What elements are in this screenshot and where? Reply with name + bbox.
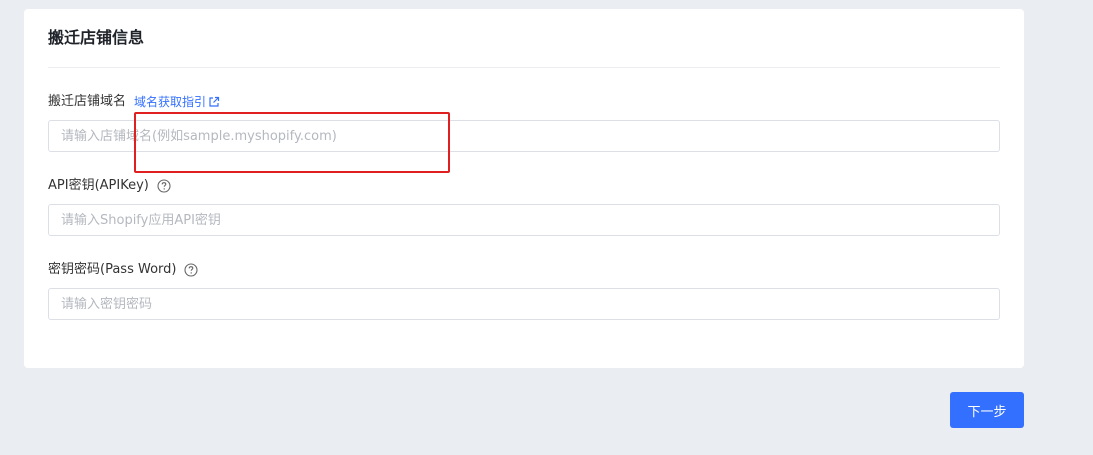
store-migration-card: 搬迁店铺信息 搬迁店铺域名 域名获取指引 API密钥(APIKey) 密钥密码(… [24, 9, 1024, 368]
store-domain-label: 搬迁店铺域名 [48, 94, 127, 109]
password-input[interactable] [48, 288, 1000, 320]
question-circle-icon[interactable] [157, 179, 171, 193]
external-link-icon [209, 96, 220, 107]
domain-guide-link-text: 域名获取指引 [134, 95, 207, 109]
api-key-input[interactable] [48, 204, 1000, 236]
card-title: 搬迁店铺信息 [48, 28, 145, 47]
api-key-label: API密钥(APIKey) [48, 178, 149, 193]
store-domain-label-row: 搬迁店铺域名 域名获取指引 [48, 94, 220, 110]
divider [48, 67, 1000, 68]
api-key-label-row: API密钥(APIKey) [48, 178, 171, 194]
next-step-button[interactable]: 下一步 [950, 392, 1024, 428]
domain-guide-link[interactable]: 域名获取指引 [134, 94, 220, 110]
store-domain-input[interactable] [48, 120, 1000, 152]
password-label-row: 密钥密码(Pass Word) [48, 262, 199, 278]
question-circle-icon[interactable] [184, 263, 199, 277]
password-label: 密钥密码(Pass Word) [48, 262, 177, 277]
